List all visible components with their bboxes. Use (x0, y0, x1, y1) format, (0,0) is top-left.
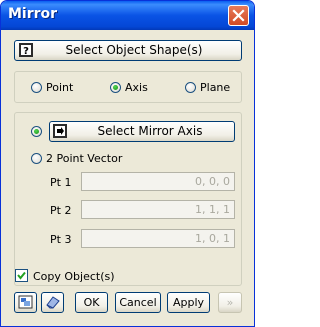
radio-point-label: Point (46, 81, 74, 94)
close-button[interactable] (228, 5, 249, 26)
ok-button[interactable]: OK (75, 292, 108, 313)
pt3-label: Pt 3 (50, 233, 72, 246)
radio-axis-label: Axis (125, 81, 148, 94)
radio-select-axis[interactable] (31, 126, 42, 137)
select-object-shapes-label: Select Object Shape(s) (65, 43, 203, 57)
radio-plane[interactable] (185, 82, 196, 93)
pt1-field[interactable]: 0, 0, 0 (81, 172, 235, 191)
title-bar[interactable]: Mirror (1, 1, 254, 30)
pt2-label: Pt 2 (50, 204, 72, 217)
pt3-field[interactable]: 1, 0, 1 (81, 229, 235, 248)
radio-two-point-vector[interactable] (31, 153, 42, 164)
mirror-type-group: Point Axis Plane (14, 71, 242, 103)
radio-point[interactable] (31, 82, 42, 93)
preview-button[interactable] (14, 292, 37, 313)
select-object-shapes-button[interactable]: ? Select Object Shape(s) (14, 40, 242, 61)
close-icon (232, 9, 245, 22)
cancel-button[interactable]: Cancel (115, 292, 161, 313)
select-mirror-axis-button[interactable]: Select Mirror Axis (49, 121, 235, 142)
radio-axis[interactable] (110, 82, 121, 93)
copy-objects-checkbox[interactable] (15, 269, 28, 282)
mirror-axis-group: Select Mirror Axis 2 Point Vector Pt 1 0… (14, 112, 242, 286)
eraser-icon (46, 296, 60, 309)
two-point-vector-label: 2 Point Vector (46, 152, 123, 165)
pt2-field[interactable]: 1, 1, 1 (81, 200, 235, 219)
preview-icon (18, 295, 33, 309)
select-mirror-axis-label: Select Mirror Axis (97, 124, 203, 138)
dialog-body: ? Select Object Shape(s) Point Axis Plan… (4, 30, 251, 325)
radio-plane-label: Plane (200, 81, 231, 94)
expand-button[interactable]: » (218, 292, 242, 313)
apply-button[interactable]: Apply (167, 292, 210, 313)
svg-text:?: ? (23, 46, 29, 57)
window-title: Mirror (8, 6, 58, 22)
checkmark-icon (17, 271, 26, 280)
copy-objects-label: Copy Object(s) (33, 270, 115, 283)
mirror-dialog: Mirror ? Select Object Shape(s) Point Ax… (0, 0, 255, 327)
pt1-label: Pt 1 (50, 176, 72, 189)
eraser-button[interactable] (41, 292, 64, 313)
pick-arrow-icon (53, 124, 67, 138)
question-icon: ? (19, 43, 33, 57)
